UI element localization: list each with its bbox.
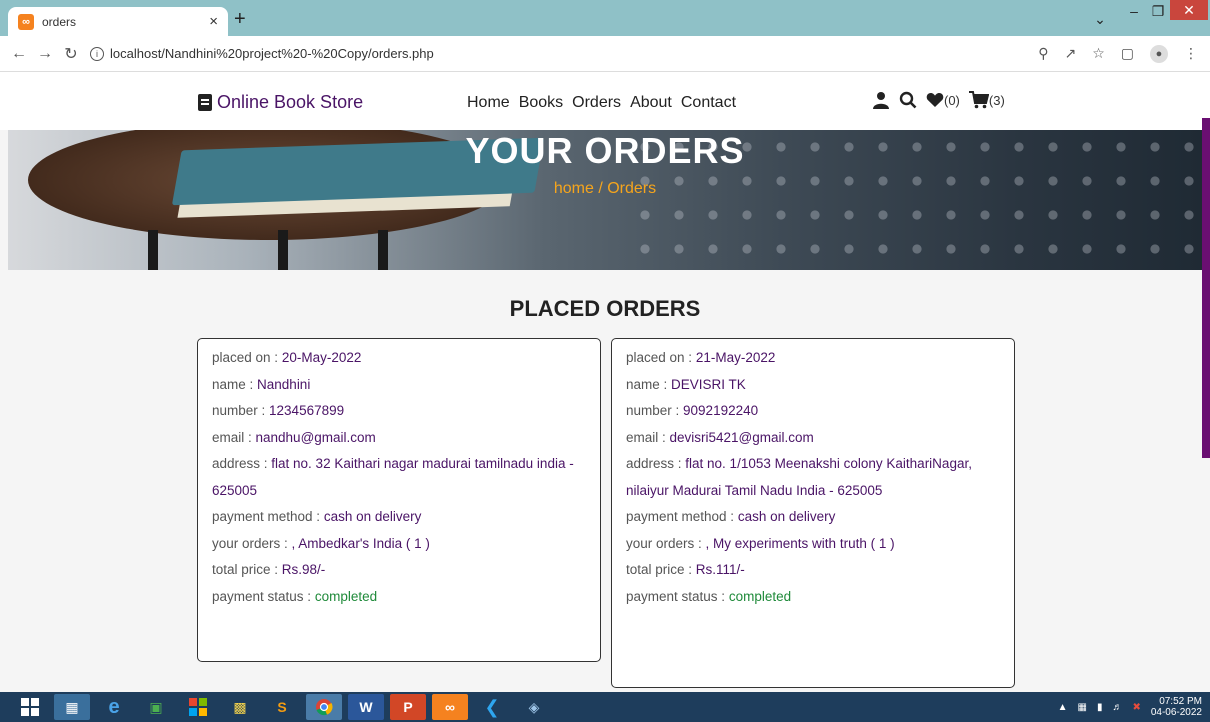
order-payment-status: payment status : completed (212, 588, 378, 604)
nav-books[interactable]: Books (519, 94, 563, 112)
paint-icon[interactable]: ◈ (516, 694, 552, 720)
site-info-icon[interactable]: i (90, 46, 104, 61)
tab-close-icon[interactable]: × (209, 13, 218, 30)
page-scrollbar[interactable] (1202, 118, 1210, 458)
browser-tab[interactable]: ∞ orders × (8, 7, 228, 36)
order-email: email : nandhu@gmail.com (212, 429, 376, 445)
book-icon (198, 94, 212, 111)
order-number: number : 9092192240 (626, 403, 759, 418)
order-email: email : devisri5421@gmail.com (626, 429, 814, 445)
tray-chevron-up-icon[interactable]: ▲ (1058, 702, 1068, 713)
xampp-favicon-icon: ∞ (18, 13, 34, 30)
share-icon[interactable]: ↗ (1064, 45, 1076, 63)
back-arrow-icon[interactable]: ← (6, 45, 32, 63)
logo-text: Online Book Store (217, 92, 364, 112)
menu-kebab-icon[interactable]: ⋮ (1184, 45, 1198, 63)
main-nav: Home Books Orders About Contact (467, 94, 736, 112)
profile-icon[interactable]: ● (1150, 45, 1168, 63)
tray-battery-icon[interactable]: ▮ (1097, 702, 1103, 713)
hero-table-leg (148, 230, 158, 270)
order-number: number : 1234567899 (212, 403, 345, 418)
tab-title: orders (42, 14, 77, 29)
order-placed-on: placed on : 21-May-2022 (626, 350, 776, 365)
header-icons: (0) (3) (872, 91, 1005, 109)
nav-about[interactable]: About (630, 94, 672, 112)
word-icon[interactable]: W (348, 694, 384, 720)
hero-banner: YOUR ORDERS home / Orders (8, 130, 1202, 270)
zoom-icon[interactable]: ⚲ (1038, 45, 1048, 63)
window-close-button[interactable]: ✕ (1170, 0, 1208, 20)
windows-taskbar: ▦ e ▣ ▩ S W P ∞ ❮ ◈ ▲ ▦ ▮ ♬ ✖ 07:52 PM 0… (0, 692, 1210, 722)
store-icon[interactable]: ▣ (138, 694, 174, 720)
powerpoint-icon[interactable]: P (390, 694, 426, 720)
tray-flag-icon[interactable]: ✖ (1132, 702, 1140, 713)
clock-date: 04-06-2022 (1150, 707, 1202, 718)
address-bar[interactable]: i localhost/Nandhini%20project%20-%20Cop… (90, 46, 434, 61)
clock-time: 07:52 PM (1159, 696, 1202, 707)
side-panel-icon[interactable]: ▢ (1121, 45, 1134, 63)
tray-volume-icon[interactable]: ♬ (1112, 702, 1122, 713)
cart-link[interactable]: (3) (968, 91, 1005, 109)
wishlist-count: (0) (944, 92, 960, 108)
order-card: placed on : 21-May-2022 name : DEVISRI T… (611, 338, 1015, 688)
order-name: name : DEVISRI TK (626, 376, 746, 392)
order-placed-on: placed on : 20-May-2022 (212, 350, 362, 365)
reload-icon[interactable]: ↻ (58, 44, 84, 64)
order-payment-method: payment method : cash on delivery (212, 509, 422, 524)
heart-icon (926, 93, 944, 107)
order-items: your orders : , Ambedkar's India ( 1 ) (212, 535, 430, 551)
hero-table-leg (278, 230, 288, 270)
order-payment-method: payment method : cash on delivery (626, 509, 836, 524)
tab-search-chevron-icon[interactable]: ⌄ (1090, 8, 1110, 30)
vscode-icon[interactable]: ❮ (474, 694, 510, 720)
file-explorer-icon[interactable]: ▦ (54, 694, 90, 720)
order-card: placed on : 20-May-2022 name : Nandhini … (197, 338, 601, 662)
forward-arrow-icon[interactable]: → (32, 45, 58, 63)
user-icon[interactable] (872, 91, 890, 109)
bookmark-star-icon[interactable]: ☆ (1092, 45, 1105, 63)
xampp-icon[interactable]: ∞ (432, 694, 468, 720)
window-maximize-button[interactable]: ❐ (1146, 0, 1170, 22)
cart-icon (968, 91, 989, 109)
sublime-text-icon[interactable]: S (264, 694, 300, 720)
new-tab-button[interactable]: + (234, 8, 246, 31)
order-total-price: total price : Rs.98/- (212, 562, 326, 577)
tray-network-icon[interactable]: ▦ (1077, 702, 1086, 713)
order-address: address : flat no. 32 Kaithari nagar mad… (212, 456, 574, 498)
window-minimize-button[interactable]: – (1122, 0, 1146, 22)
cart-count: (3) (988, 92, 1005, 108)
nav-home[interactable]: Home (467, 94, 510, 112)
nav-orders[interactable]: Orders (572, 94, 621, 112)
chrome-icon[interactable] (306, 694, 342, 720)
browser-toolbar: ← → ↻ i localhost/Nandhini%20project%20-… (0, 36, 1210, 72)
page-title: YOUR ORDERS (465, 130, 745, 171)
nav-contact[interactable]: Contact (681, 94, 736, 112)
order-name: name : Nandhini (212, 376, 311, 392)
url-text: localhost/Nandhini%20project%20-%20Copy/… (110, 46, 434, 61)
order-items: your orders : , My experiments with trut… (626, 535, 895, 551)
wishlist-link[interactable]: (0) (926, 92, 960, 108)
breadcrumb[interactable]: home / Orders (8, 180, 1202, 198)
hero-table-leg (378, 230, 388, 270)
section-title: PLACED ORDERS (509, 296, 701, 321)
site-logo[interactable]: Online Book Store (198, 92, 363, 113)
order-total-price: total price : Rs.111/- (626, 562, 745, 577)
toolbar-right: ⚲ ↗ ☆ ▢ ● ⋮ (1038, 45, 1198, 63)
internet-explorer-icon[interactable]: e (96, 694, 132, 720)
windows-start-icon[interactable] (12, 694, 48, 720)
search-icon[interactable] (899, 91, 917, 109)
order-address: address : flat no. 1/1053 Meenakshi colo… (626, 456, 972, 498)
system-tray: ▲ ▦ ▮ ♬ ✖ 07:52 PM 04-06-2022 (1058, 696, 1202, 718)
taskbar-clock[interactable]: 07:52 PM 04-06-2022 (1151, 696, 1202, 718)
site-header: Online Book Store Home Books Orders Abou… (0, 72, 1210, 130)
windows-media-icon[interactable] (180, 694, 216, 720)
browser-tabbar: ∞ orders × + ⌄ – ❐ ✕ (0, 0, 1210, 36)
order-payment-status: payment status : completed (626, 588, 792, 604)
python-icon[interactable]: ▩ (222, 694, 258, 720)
